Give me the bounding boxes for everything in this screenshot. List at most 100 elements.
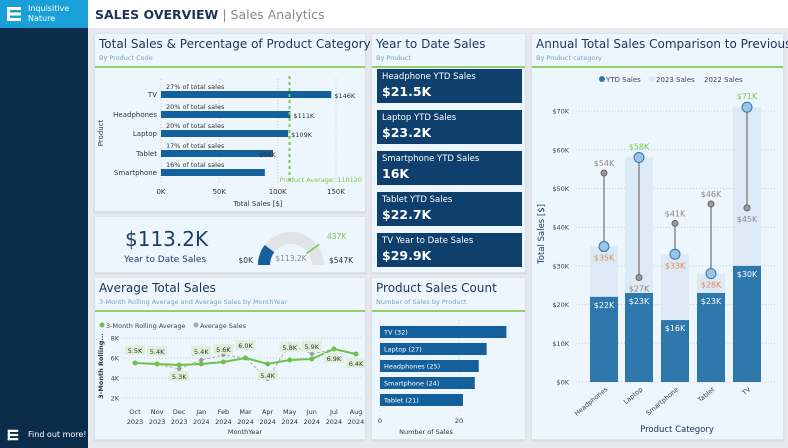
label-2022: $41K <box>665 209 686 218</box>
x-tick-label: Jul <box>329 408 338 416</box>
point-2023 <box>633 152 645 164</box>
ytd-card-tablet: Tablet YTD Sales $22.7K <box>377 192 522 226</box>
x-tick-label: 2024 <box>193 418 210 426</box>
label-2023: $28K <box>701 281 722 290</box>
label-2022: $54K <box>594 159 615 168</box>
sales-count-chart: 0 20 TV (32) Laptop (27) Headphones (25) Smar… <box>378 320 507 436</box>
card-label: Headphone YTD Sales <box>382 72 476 82</box>
divider <box>372 66 525 68</box>
label-2023: $33K <box>665 261 686 270</box>
legend-label: 2022 Sales <box>704 76 743 84</box>
x-tick-label: Mar <box>239 408 252 416</box>
bar <box>161 130 289 137</box>
legend-label: YTD Sales <box>605 76 641 84</box>
point-2022 <box>600 169 608 177</box>
rolling-average-point <box>154 361 160 367</box>
legend-marker <box>649 76 655 82</box>
x-tick-label: Oct <box>129 408 141 416</box>
ytd-card-laptop: Laptop YTD Sales $23.2K <box>377 110 522 144</box>
data-label: 5.5K <box>128 347 143 355</box>
card-value: $29.9K <box>382 248 432 263</box>
x-tick-label: Tablet <box>696 385 717 405</box>
value-label: $109K <box>291 131 313 139</box>
data-label: 6.9K <box>327 355 342 363</box>
y-axis-title: Total Sales [$] <box>537 204 547 265</box>
point-2022 <box>671 219 679 227</box>
x-tick-label: May <box>283 408 297 416</box>
product-sales-count-panel: Product Sales Count Number of Sales by P… <box>371 277 526 440</box>
x-tick-label: Feb <box>218 408 230 416</box>
ytd-label: $22K <box>594 301 615 310</box>
ytd-label: $23K <box>701 297 722 306</box>
bar-ytd <box>625 292 653 382</box>
data-label: 5.4K <box>150 348 165 356</box>
annual-comparison-chart: YTD Sales 2023 Sales 2022 Sales $0K $10K $20K… <box>537 76 777 435</box>
reference-label: Product Average: 110120 <box>279 176 362 184</box>
rolling-average-point <box>220 359 226 365</box>
card-value: $22.7K <box>382 207 432 222</box>
y-tick-label: $50K <box>552 185 569 193</box>
percent-label: 20% of total sales <box>166 122 225 130</box>
ytd-sales-panel: Year to Date Sales By Product Headphone … <box>371 33 526 273</box>
y-tick-label: $0K <box>556 379 569 387</box>
panel-subtitle: By Product <box>376 54 412 62</box>
bar <box>161 91 332 98</box>
point-2022 <box>635 274 643 282</box>
data-label: 6.0K <box>238 342 253 350</box>
x-tick-label: 2024 <box>281 418 298 426</box>
x-axis-title: Total Sales [$] <box>232 200 283 208</box>
bar-label: Headphones (25) <box>384 363 440 371</box>
x-tick-label: Jun <box>306 408 317 416</box>
bar <box>161 111 291 118</box>
card-value: $23.2K <box>382 125 432 140</box>
x-tick-label: 0 <box>378 417 382 425</box>
x-tick-label: 150K <box>327 188 345 196</box>
rolling-average-point <box>309 356 315 362</box>
panel-title: Year to Date Sales <box>376 37 486 51</box>
average-sales-point <box>199 358 204 362</box>
x-tick-label: 2024 <box>348 418 365 426</box>
find-out-more-label: Find out more! <box>28 430 87 439</box>
rolling-average-point <box>132 360 138 366</box>
card-label: Smartphone YTD Sales <box>382 154 480 164</box>
find-out-more-button[interactable]: Find out more! <box>0 424 88 442</box>
x-tick-label: TV <box>740 385 753 398</box>
x-tick-label: Headphones <box>573 385 610 418</box>
average-sales-point <box>309 352 314 356</box>
legend-marker <box>99 322 105 328</box>
x-tick-label: 50K <box>213 188 227 196</box>
legend-label: 3-Month Rolling Average <box>106 322 186 330</box>
data-label: 5.4K <box>260 372 275 380</box>
category-label: TV <box>147 91 157 99</box>
sidebar <box>0 0 88 448</box>
rolling-average-point <box>353 351 359 357</box>
rolling-average-point <box>331 346 337 352</box>
ytd-card-tv: TV Year to Date Sales $29.9K <box>377 233 522 267</box>
category-label: Headphones <box>113 111 157 119</box>
point-2023 <box>705 268 717 280</box>
bar-label: Smartphone (24) <box>384 380 439 388</box>
average-sales-panel: Average Total Sales 3-Month Rolling Aver… <box>94 277 366 440</box>
bar-ytd <box>733 265 761 382</box>
brand-name-line1: Inquisitive <box>28 4 70 13</box>
gauge-target-label: 437K <box>327 232 347 241</box>
x-tick-label: Laptop <box>622 385 644 406</box>
y-tick-label: 8K <box>111 335 120 343</box>
legend-label: 2023 Sales <box>656 76 695 84</box>
brand-logo[interactable]: Inquisitive Nature <box>0 0 88 28</box>
y-tick-label: $40K <box>552 224 569 232</box>
x-tick-label: 2023 <box>149 418 166 426</box>
point-2023 <box>598 241 610 253</box>
average-sales-point <box>177 367 182 371</box>
x-tick-label: 2023 <box>171 418 188 426</box>
x-tick-label: Smartphone <box>644 385 680 417</box>
percent-label: 20% of total sales <box>166 103 225 111</box>
label-2023: $71K <box>737 92 758 101</box>
ytd-kpi-panel: $113.2K Year to Date Sales $113.2K $0K $54… <box>94 216 366 273</box>
ytd-label: $16K <box>665 324 686 333</box>
x-tick-label: 2024 <box>237 418 254 426</box>
total-sales-chart: 0K 50K 100K 150K TV 27% of total sales $146K He… <box>97 76 362 208</box>
annual-comparison-panel: Annual Total Sales Comparison to Previou… <box>531 33 788 440</box>
percent-label: 17% of total sales <box>166 142 225 150</box>
x-tick-label: 2024 <box>259 418 276 426</box>
